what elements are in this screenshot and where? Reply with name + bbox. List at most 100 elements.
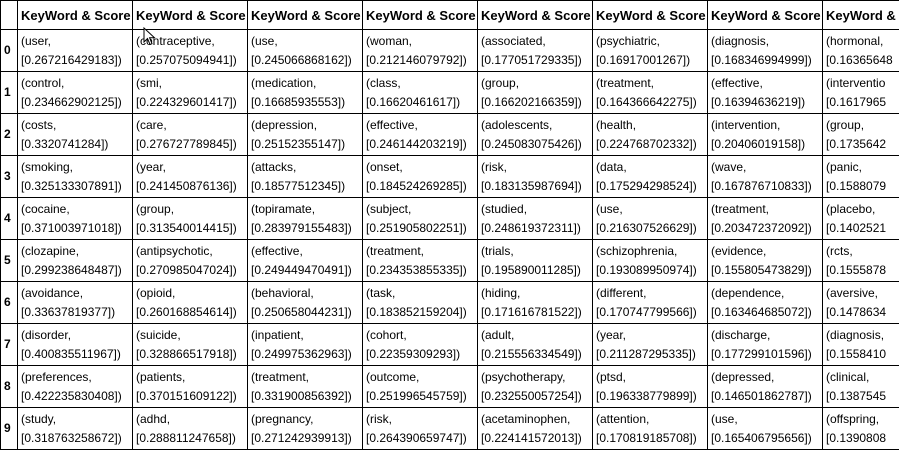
keyword-text: (hormonal,	[826, 33, 884, 48]
keyword-text: (patients,	[136, 369, 186, 384]
keyword-text: (diagnosis,	[826, 327, 885, 342]
score-text: [0.166202166359])	[481, 94, 582, 109]
score-text: [0.170747799566])	[596, 304, 697, 319]
keyword-text: (rcts,	[826, 243, 853, 258]
keyword-text: (behavioral,	[251, 285, 314, 300]
score-text: [0.22359309293])	[366, 346, 461, 361]
score-text: [0.270985047024])	[136, 262, 237, 277]
keyword-text: (group,	[826, 117, 865, 132]
keyword-text: (treatment,	[596, 75, 655, 90]
table-cell: (topiramate, [0.283979155483])	[247, 197, 363, 240]
table-row: 6 (avoidance, [0.33637819377]) (opioid, [0.2…	[0, 281, 899, 324]
keyword-text: (clinical,	[826, 369, 870, 384]
row-index: 1	[0, 71, 18, 114]
table-row: 5 (clozapine, [0.299238648487]) (antipsycho…	[0, 239, 899, 282]
score-text: [0.1735642	[826, 136, 887, 151]
keyword-text: (depression,	[251, 117, 318, 132]
score-text: [0.234662902125])	[21, 94, 122, 109]
keyword-text: (woman,	[366, 33, 413, 48]
table-cell: (cohort, [0.22359309293])	[362, 323, 478, 366]
keyword-text: (panic,	[826, 159, 863, 174]
keyword-text: (interventio	[826, 75, 886, 90]
table-cell: (contraceptive, [0.257075094941])	[132, 29, 248, 72]
score-text: [0.1390808	[826, 430, 887, 445]
table-cell: (year, [0.211287295335])	[592, 323, 708, 366]
keyword-text: (group,	[136, 201, 175, 216]
keyword-text: (risk,	[481, 159, 507, 174]
table-cell: (intervention, [0.20406019158])	[707, 113, 823, 156]
row-index: 3	[0, 155, 18, 198]
table-cell: (ptsd, [0.196338779899])	[592, 365, 708, 408]
score-text: [0.371003971018])	[21, 220, 122, 235]
table-row: 1 (control, [0.234662902125]) (smi, [0.22432…	[0, 71, 899, 114]
keyword-text: (use,	[251, 33, 278, 48]
score-text: [0.249449470491])	[251, 262, 352, 277]
table-cell: (antipsychotic, [0.270985047024])	[132, 239, 248, 282]
row-index: 4	[0, 197, 18, 240]
table-cell: (smoking, [0.325133307891])	[17, 155, 133, 198]
table-cell: (outcome, [0.251996545759])	[362, 365, 478, 408]
score-text: [0.232550057254])	[481, 388, 582, 403]
score-text: [0.3320741284])	[21, 136, 109, 151]
keyword-text: (psychotherapy,	[481, 369, 566, 384]
score-text: [0.16917001267])	[596, 52, 691, 67]
score-text: [0.370151609122])	[136, 388, 237, 403]
score-text: [0.283979155483])	[251, 220, 352, 235]
score-text: [0.250658044231])	[251, 304, 352, 319]
score-text: [0.264390659747])	[366, 430, 467, 445]
keyword-text: (treatment,	[366, 243, 425, 258]
table-cell: (medication, [0.16685935553])	[247, 71, 363, 114]
keyword-text: (contraceptive,	[136, 33, 215, 48]
keyword-text: (adhd,	[136, 411, 171, 426]
score-text: [0.163464685072])	[711, 304, 812, 319]
score-text: [0.248619372311])	[481, 220, 581, 235]
keyword-score-table: KeyWord & Score KeyWord & Score KeyWord & …	[0, 0, 899, 450]
column-header: KeyWord & Score	[592, 0, 708, 30]
score-text: [0.245066868162])	[251, 52, 352, 67]
keyword-text: (smi,	[136, 75, 162, 90]
keyword-text: (evidence,	[711, 243, 767, 258]
score-text: [0.318763258672])	[21, 430, 122, 445]
table-cell: (depressed, [0.146501862787])	[707, 365, 823, 408]
score-text: [0.1617965	[826, 94, 887, 109]
table-cell: (risk, [0.264390659747])	[362, 407, 478, 450]
score-text: [0.183135987694])	[481, 178, 582, 193]
table-cell: (clozapine, [0.299238648487])	[17, 239, 133, 282]
table-cell: (suicide, [0.328866517918])	[132, 323, 248, 366]
table-cell: (attention, [0.170819185708])	[592, 407, 708, 450]
keyword-text: (risk,	[366, 411, 392, 426]
table-cell: (studied, [0.248619372311])	[477, 197, 593, 240]
score-text: [0.271242939913])	[251, 430, 352, 445]
table-cell: (wave, [0.167876710833])	[707, 155, 823, 198]
table-cell: (opioid, [0.260168854614])	[132, 281, 248, 324]
keyword-text: (onset,	[366, 159, 403, 174]
table-cell: (treatment, [0.331900856392])	[247, 365, 363, 408]
score-text: [0.1478634	[826, 304, 887, 319]
score-text: [0.246144203219])	[366, 136, 467, 151]
score-text: [0.183852159204])	[366, 304, 467, 319]
table-cell: (aversive, [0.1478634	[822, 281, 899, 324]
keyword-text: (schizophrenia,	[596, 243, 678, 258]
score-text: [0.211287295335])	[596, 346, 696, 361]
score-text: [0.216307526629])	[596, 220, 697, 235]
score-text: [0.267216429183])	[21, 52, 122, 67]
table-cell: (cocaine, [0.371003971018])	[17, 197, 133, 240]
score-text: [0.33637819377])	[21, 304, 116, 319]
table-cell: (subject, [0.251905802251])	[362, 197, 478, 240]
table-row: 9 (study, [0.318763258672]) (adhd, [0.288811…	[0, 407, 899, 450]
score-text: [0.251905802251])	[366, 220, 467, 235]
score-text: [0.251996545759])	[366, 388, 467, 403]
keyword-text: (placebo,	[826, 201, 876, 216]
table-cell: (care, [0.276727789845])	[132, 113, 248, 156]
table-cell: (behavioral, [0.250658044231])	[247, 281, 363, 324]
keyword-text: (subject,	[366, 201, 412, 216]
table-cell: (rcts, [0.1555878	[822, 239, 899, 282]
table-cell: (hormonal, [0.16365648	[822, 29, 899, 72]
score-text: [0.299238648487])	[21, 262, 122, 277]
keyword-text: (use,	[596, 201, 623, 216]
score-text: [0.164366642275])	[596, 94, 697, 109]
keyword-text: (attacks,	[251, 159, 297, 174]
score-text: [0.196338779899])	[596, 388, 697, 403]
table-cell: (panic, [0.1588079	[822, 155, 899, 198]
table-cell: (data, [0.175294298524])	[592, 155, 708, 198]
